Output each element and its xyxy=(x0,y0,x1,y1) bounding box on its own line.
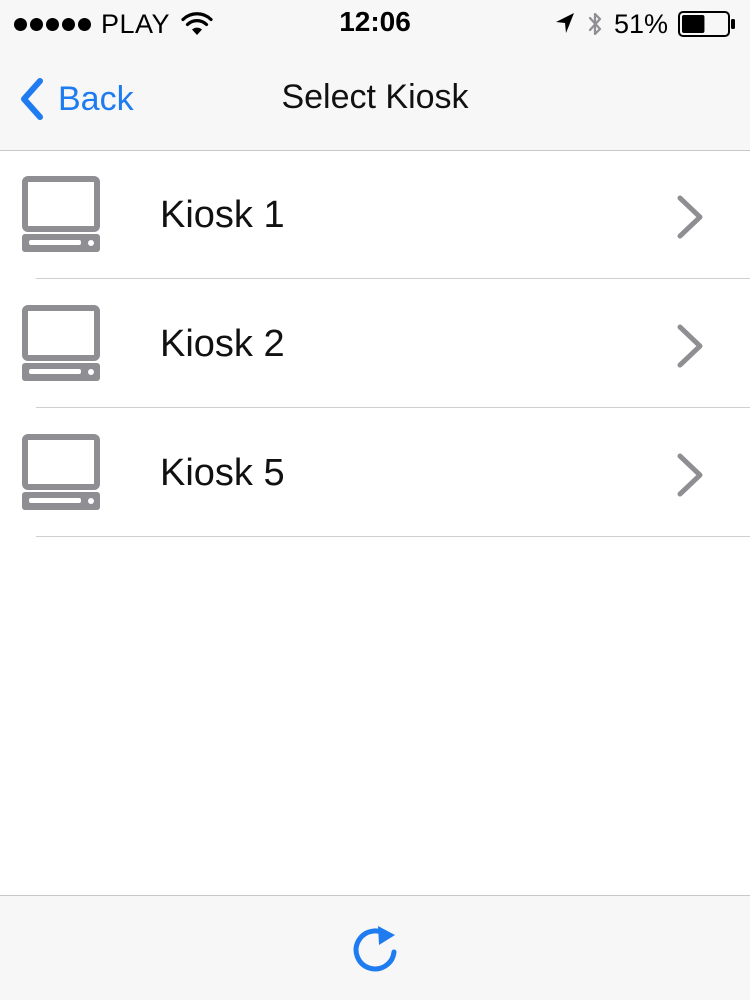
row-separator xyxy=(36,535,750,537)
screen: PLAY 12:06 51% Back Select Kiosk Kiosk 1… xyxy=(0,0,750,1000)
bluetooth-icon xyxy=(588,12,602,36)
list-item-kiosk-2[interactable]: Kiosk 2 xyxy=(0,279,750,408)
refresh-icon[interactable] xyxy=(348,922,402,976)
chevron-right-icon xyxy=(677,453,703,497)
kiosk-list: Kiosk 1 Kiosk 2 Kiosk 5 xyxy=(0,150,750,537)
kiosk-name: Kiosk 2 xyxy=(160,323,285,365)
page-title: Select Kiosk xyxy=(281,78,469,116)
battery-icon xyxy=(678,11,735,37)
bottom-toolbar xyxy=(0,895,750,1000)
kiosk-name: Kiosk 1 xyxy=(160,194,285,236)
battery-percentage: 51% xyxy=(613,8,668,39)
status-bar: PLAY 12:06 51% xyxy=(0,0,750,48)
computer-icon xyxy=(22,176,100,252)
location-arrow-icon xyxy=(555,13,574,33)
chevron-right-icon xyxy=(677,195,703,239)
status-right: 51% xyxy=(554,8,736,40)
list-item-kiosk-5[interactable]: Kiosk 5 xyxy=(0,408,750,537)
list-item-kiosk-1[interactable]: Kiosk 1 xyxy=(0,150,750,279)
computer-icon xyxy=(22,305,100,381)
kiosk-name: Kiosk 5 xyxy=(160,452,285,494)
chevron-right-icon xyxy=(677,324,703,368)
computer-icon xyxy=(22,434,100,510)
navigation-bar: Back Select Kiosk xyxy=(0,48,750,151)
